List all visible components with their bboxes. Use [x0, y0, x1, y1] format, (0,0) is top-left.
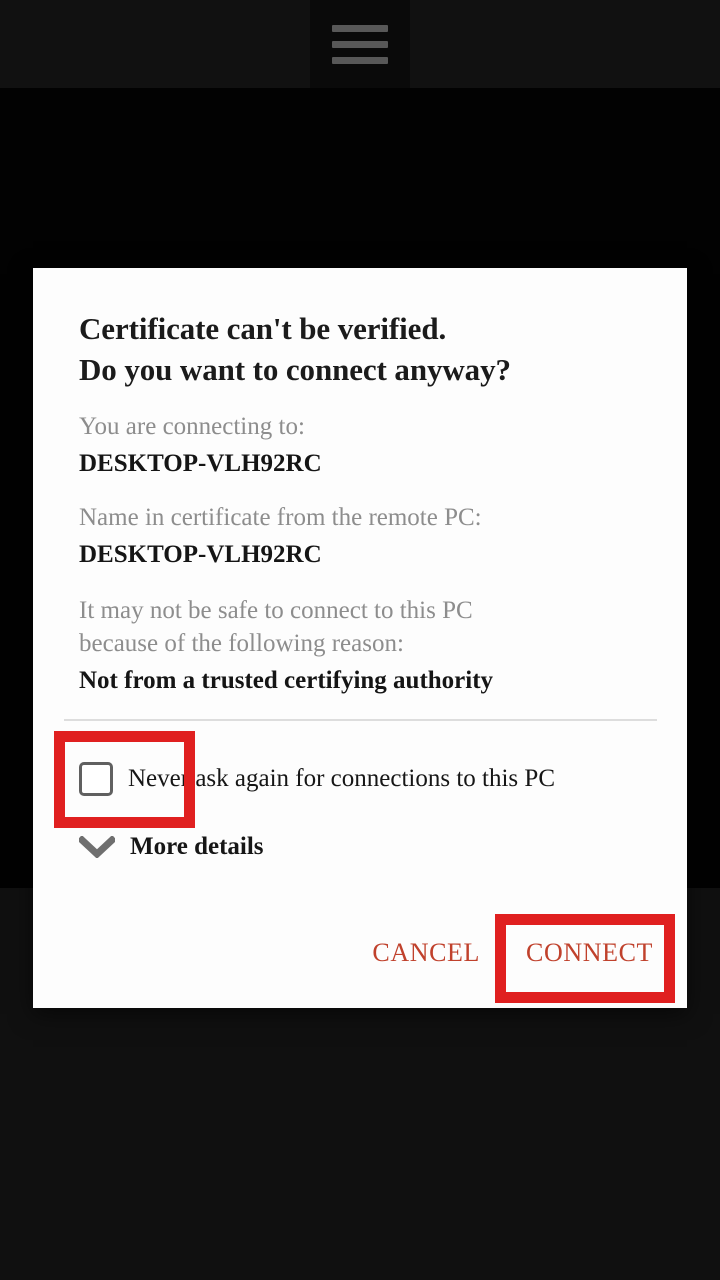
chevron-down-icon — [79, 836, 115, 858]
reason-value: Not from a trusted certifying authority — [79, 667, 494, 694]
connecting-to-field: You are connecting to: DESKTOP-VLH92RC — [79, 410, 657, 481]
certificate-name-field: Name in certificate from the remote PC: … — [79, 501, 657, 572]
dialog-content: Certificate can't be verified. Do you wa… — [79, 308, 657, 698]
certificate-warning-dialog: Certificate can't be verified. Do you wa… — [33, 268, 687, 1008]
certificate-name-value: DESKTOP-VLH92RC — [79, 541, 322, 568]
cancel-button[interactable]: CANCEL — [372, 938, 480, 968]
hamburger-menu-button[interactable] — [310, 0, 410, 88]
connecting-to-value: DESKTOP-VLH92RC — [79, 450, 322, 477]
screen: Certificate can't be verified. Do you wa… — [0, 0, 720, 1280]
connecting-to-label: You are connecting to: — [79, 413, 305, 440]
connect-button[interactable]: CONNECT — [526, 938, 653, 968]
never-ask-again-label: Never ask again for connections to this … — [128, 765, 555, 792]
reason-field: It may not be safe to connect to this PC… — [79, 594, 657, 698]
dialog-divider — [64, 719, 657, 721]
hamburger-menu-icon — [332, 24, 388, 64]
checkbox-icon[interactable] — [79, 762, 113, 796]
more-details-toggle[interactable]: More details — [79, 833, 264, 861]
hamburger-bar-1 — [332, 24, 388, 32]
more-details-label: More details — [130, 833, 264, 860]
certificate-name-label: Name in certificate from the remote PC: — [79, 504, 482, 531]
reason-label: It may not be safe to connect to this PC… — [79, 597, 473, 657]
never-ask-again-checkbox[interactable]: Never ask again for connections to this … — [79, 762, 555, 796]
hamburger-bar-3 — [332, 56, 388, 64]
dialog-actions: CANCEL CONNECT — [372, 938, 653, 968]
hamburger-bar-2 — [332, 40, 388, 48]
dialog-title: Certificate can't be verified. Do you wa… — [79, 311, 511, 387]
